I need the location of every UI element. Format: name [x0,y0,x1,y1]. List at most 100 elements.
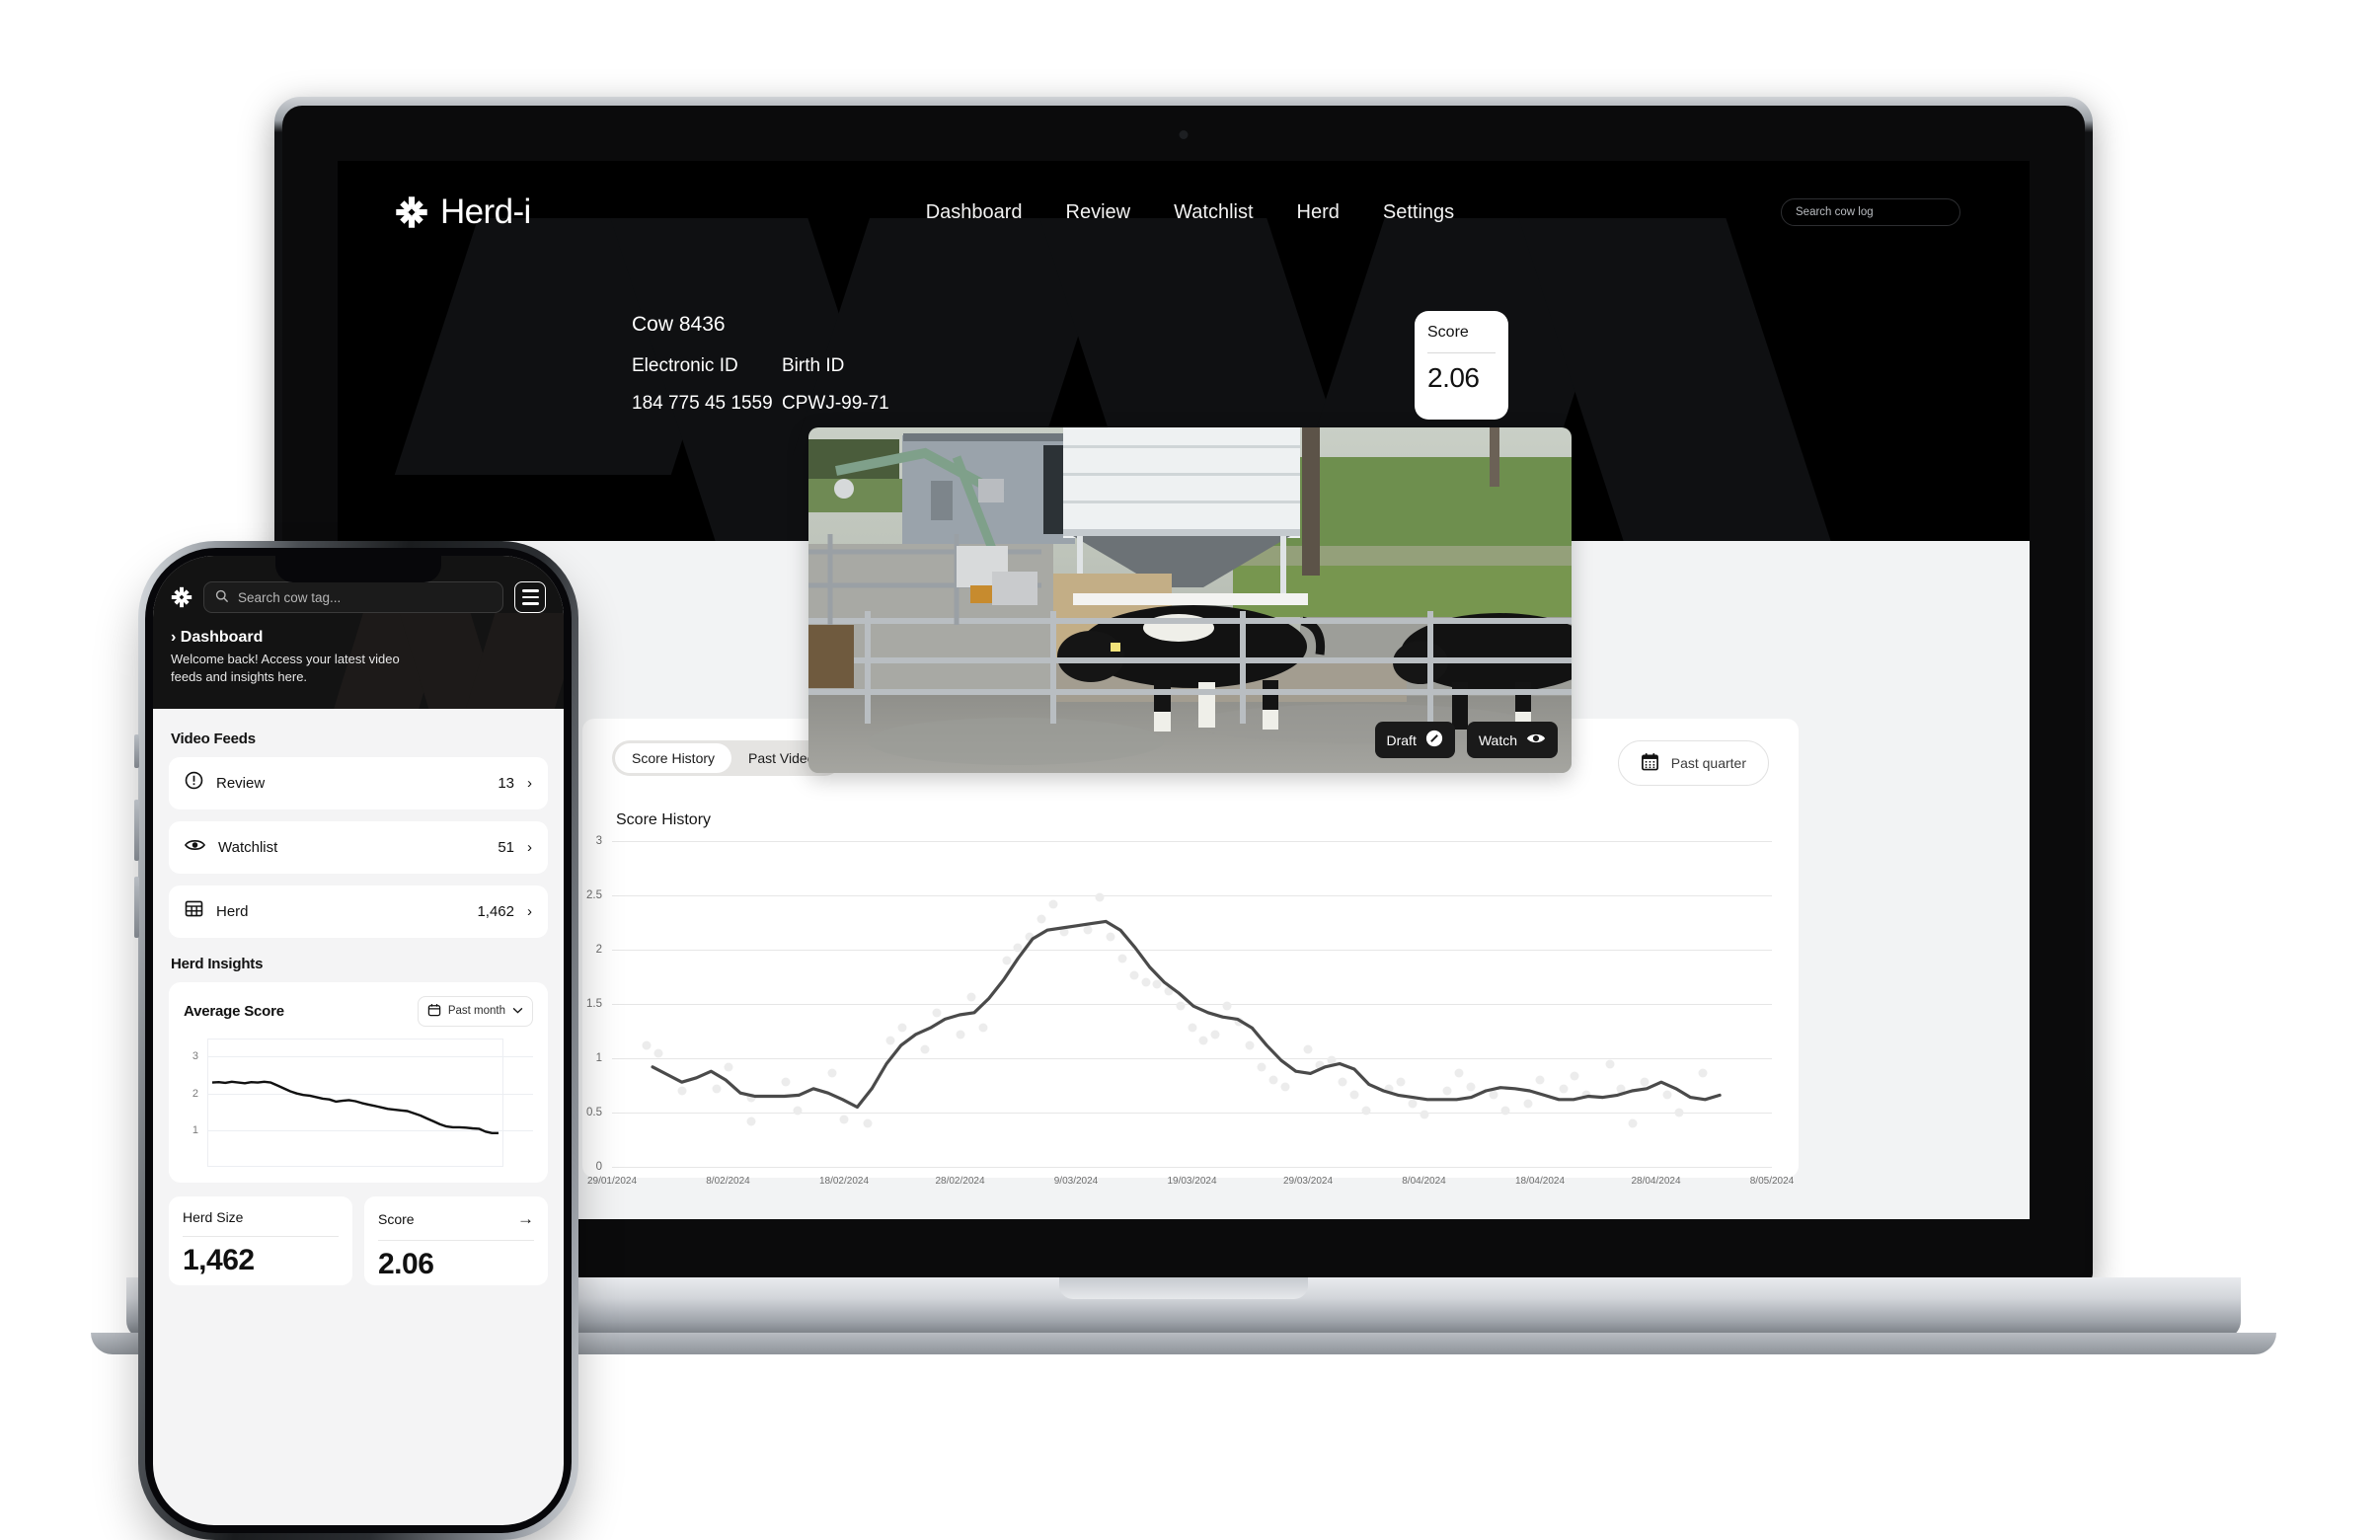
cow-info-block: Cow 8436 Electronic ID Birth ID 184 775 … [632,313,958,415]
section-title-video-feeds: Video Feeds [171,730,256,747]
nav-item-review[interactable]: Review [1066,201,1131,224]
y-axis-tick: 2.5 [586,889,602,901]
y-axis-tick: 0.5 [586,1107,602,1118]
past-quarter-button[interactable]: Past quarter [1617,740,1769,786]
phone-welcome-text: Welcome back! Access your latest video f… [171,652,400,685]
divider [378,1239,534,1241]
laptop-camera-row [282,119,2085,153]
cow-title: Cow 8436 [632,313,726,336]
feed-label: Review [216,774,266,792]
average-score-card: Average Score Past month 1 2 3 [169,981,548,1183]
birth-id-value: CPWJ-99-71 [782,393,889,414]
score-stat-header: Score → [378,1209,534,1229]
video-action-buttons: Draft Watch [1374,722,1558,758]
arrow-right-icon[interactable]: → [517,1209,534,1229]
search-cow-log-input[interactable]: Search cow log [1781,198,1960,226]
chevron-right-icon: › [527,774,532,792]
herdi-asterisk-icon [395,195,428,229]
herd-size-stat-card[interactable]: Herd Size 1,462 [169,1195,352,1285]
phone-content: Video Feeds Review 13 › Watchlist 51 › H… [153,708,564,1285]
nav-item-herd[interactable]: Herd [1297,201,1340,224]
x-axis-tick: 18/04/2024 [1514,1176,1566,1187]
x-axis-tick: 28/04/2024 [1631,1176,1681,1187]
feed-row-herd[interactable]: Herd 1,462 › [169,885,548,938]
score-badge-label: Score [1427,324,1469,341]
feed-row-watchlist[interactable]: Watchlist 51 › [169,820,548,874]
nav-item-dashboard[interactable]: Dashboard [926,201,1023,224]
gridline [612,1167,1772,1168]
x-axis-tick: 18/02/2024 [818,1176,870,1187]
alert-circle-icon [185,771,203,795]
webcam-icon [1179,130,1189,139]
app-logo-text: Herd-i [440,192,531,231]
divider [1427,352,1496,353]
tab-score-history[interactable]: Score History [615,743,732,773]
cow-video-player[interactable]: Draft Watch [808,427,1572,773]
past-quarter-label: Past quarter [1670,755,1746,771]
eye-icon [1526,732,1546,748]
phone-search-input[interactable]: Search cow tag... [203,581,503,613]
table-grid-icon [185,899,203,923]
x-axis-tick: 8/05/2024 [1749,1176,1795,1187]
divider [183,1235,339,1237]
score-stat-card[interactable]: Score → 2.06 [364,1195,548,1285]
electronic-id-value: 184 775 45 1559 [632,393,773,414]
feed-count: 1,462 [477,902,514,920]
phone-notch [275,556,441,582]
past-month-dropdown[interactable]: Past month [417,995,533,1027]
score-badge-value: 2.06 [1427,362,1480,393]
phone-screen: Search cow tag... › Dashboard Welcome ba… [153,556,564,1525]
x-axis-tick: 28/02/2024 [935,1176,985,1187]
x-axis-tick: 19/03/2024 [1167,1176,1217,1187]
panel-range-control: Past quarter [1617,740,1769,786]
x-axis-tick: 8/04/2024 [1402,1176,1446,1187]
calendar-icon [427,1003,441,1020]
watch-button[interactable]: Watch [1466,722,1558,758]
x-axis-tick: 8/02/2024 [706,1176,750,1187]
search-placeholder: Search cow log [1796,206,1874,218]
feed-row-review[interactable]: Review 13 › [169,756,548,809]
birth-id-label: Birth ID [782,355,845,376]
nav-item-watchlist[interactable]: Watchlist [1174,201,1253,224]
x-axis-tick: 29/03/2024 [1282,1176,1334,1187]
y-axis-tick: 3 [595,835,602,847]
nav-item-settings[interactable]: Settings [1383,201,1454,224]
phone-breadcrumb: › Dashboard [171,629,546,647]
feed-count: 13 [498,774,514,792]
chart-title: Score History [616,811,712,828]
y-axis-tick: 1.5 [586,998,602,1010]
herdi-asterisk-icon[interactable] [171,586,192,608]
phone-volume-up-button[interactable] [134,800,139,861]
phone-volume-down-button[interactable] [134,877,139,938]
electronic-id-label: Electronic ID [632,355,738,376]
x-axis-tick: 29/01/2024 [586,1176,638,1187]
score-stat-value: 2.06 [378,1247,434,1280]
phone-mockup: Search cow tag... › Dashboard Welcome ba… [134,541,578,1540]
average-score-header: Average Score Past month [184,995,533,1027]
main-nav: Dashboard Review Watchlist Herd Settings [926,201,1454,224]
score-history-chart: 0 0.5 1 1.5 2 2.5 3 29/01/2024 8/02/2024 18/02/2… [586,835,1794,1187]
mini-chart-line [207,1038,503,1167]
y-axis-tick: 2 [595,944,602,956]
cow-id-values: 184 775 45 1559 CPWJ-99-71 [632,393,958,415]
app-body: Draft Watch Score 2.06 Score History Pas… [338,311,2030,1219]
cow-id-labels: Electronic ID Birth ID [632,355,958,377]
y-axis-tick: 0 [595,1161,602,1173]
phone-mute-switch[interactable] [134,734,139,768]
average-score-title: Average Score [184,1002,284,1020]
section-title-herd-insights: Herd Insights [171,955,264,972]
laptop-screen: Herd-i Dashboard Review Watchlist Herd S… [338,161,2030,1219]
hamburger-menu-icon[interactable] [514,581,546,613]
chart-line-series [651,919,1722,1110]
screenshot-root: Herd-i Dashboard Review Watchlist Herd S… [0,0,2380,1540]
breadcrumb-label: Dashboard [180,629,264,646]
phone-topbar: Search cow tag... [171,581,546,613]
panel-tabs: Score History Past Videos [612,740,842,776]
app-logo[interactable]: Herd-i [395,192,531,232]
draft-button-label: Draft [1386,732,1417,748]
search-icon [215,589,229,606]
phone-search-placeholder: Search cow tag... [238,589,342,605]
desktop-topbar: Herd-i Dashboard Review Watchlist Herd S… [338,161,2030,264]
score-history-panel: Score History Past Videos Past quarter S… [582,719,1799,1187]
draft-button[interactable]: Draft [1374,722,1455,758]
